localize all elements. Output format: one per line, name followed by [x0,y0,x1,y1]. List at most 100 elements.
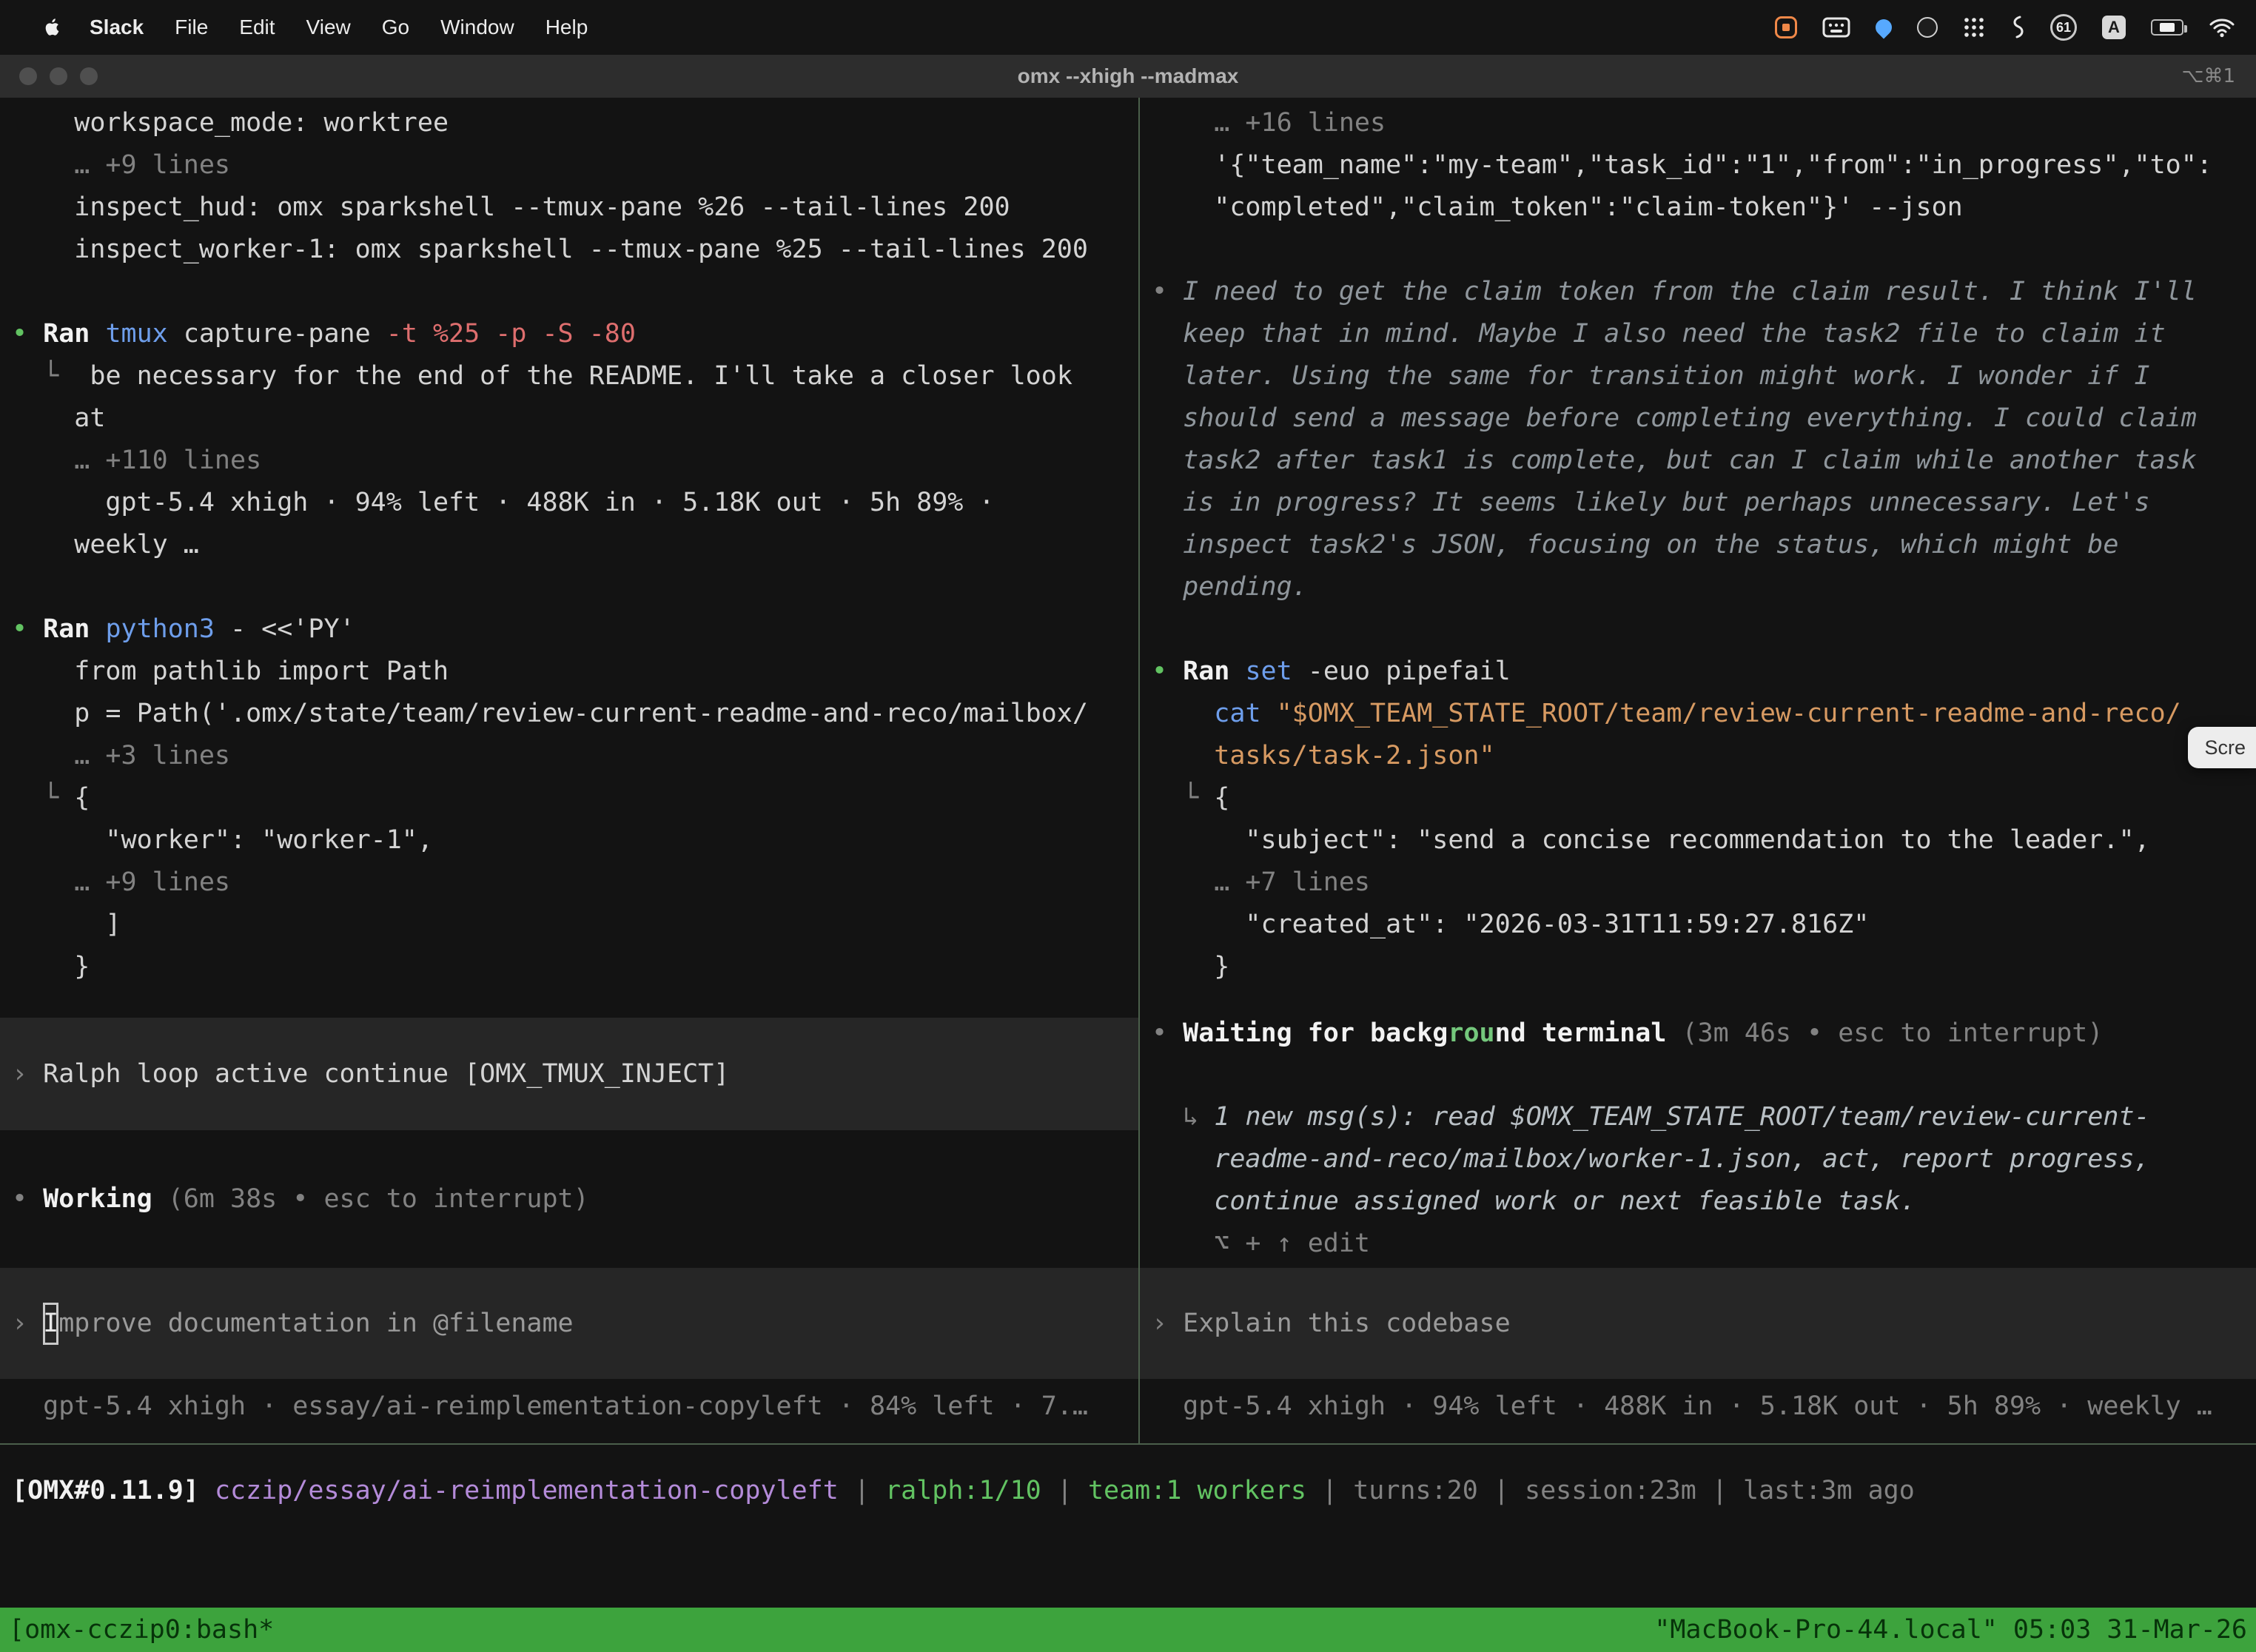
menu-file[interactable]: File [159,16,224,39]
terminal-line: … +110 lines [12,440,1138,482]
terminal-line: workspace_mode: worktree [12,102,1138,144]
terminal-line: › Explain this codebase [1152,1303,2256,1345]
terminal-line: } [12,946,1138,988]
terminal-line: … +16 lines [1152,102,2256,144]
terminal-line: └ { [12,777,1138,819]
menu-help[interactable]: Help [530,16,604,39]
terminal-line: readme-and-reco/mailbox/worker-1.json, a… [1152,1138,2256,1181]
right-composer-text: › Explain this codebase [1140,1303,2256,1345]
inject-banner: › Ralph loop active continue [OMX_TMUX_I… [0,1018,1138,1130]
terminal-line: • Working (6m 38s • esc to interrupt) [12,1178,1138,1220]
terminal-line: inspect_hud: omx sparkshell --tmux-pane … [12,187,1138,229]
terminal-line: weekly … [12,524,1138,566]
terminal-line: tasks/task-2.json" [1152,735,2256,777]
battery-percent-value: 61 [2056,20,2071,36]
right-pane[interactable]: … +16 lines '{"team_name":"my-team","tas… [1140,98,2256,1443]
waiting-status: • Waiting for background terminal (3m 46… [1152,1013,2256,1055]
tmux-status-bar: [omx-cczip0:bash* "MacBook-Pro-44.local"… [0,1608,2256,1652]
keyboard-icon[interactable] [1822,17,1850,38]
terminal-line [1152,229,2256,271]
input-source-icon[interactable]: A [2102,16,2126,39]
screen-recording-indicator-icon[interactable] [1775,16,1797,38]
terminal-line: "subject": "send a concise recommendatio… [1152,819,2256,862]
inject-banner-text: › Ralph loop active continue [OMX_TMUX_I… [0,1053,1138,1095]
working-status: • Working (6m 38s • esc to interrupt) [12,1178,1138,1220]
left-composer-text: › Improve documentation in @filename [0,1303,1138,1345]
wifi-icon[interactable] [2209,17,2235,38]
menu-go[interactable]: Go [366,16,425,39]
terminal-line: "created_at": "2026-03-31T11:59:27.816Z" [1152,904,2256,946]
terminal-line: ⌥ + ↑ edit [1152,1223,2256,1265]
tmux-host-time: "MacBook-Pro-44.local" 05:03 31-Mar-26 [1654,1615,2247,1645]
terminal-line: task2 after task1 is complete, but can I… [1152,440,2256,482]
terminal-line: … +3 lines [12,735,1138,777]
window-title: omx --xhigh --madmax [0,64,2256,88]
terminal-line: "worker": "worker-1", [12,819,1138,862]
terminal-line: is in progress? It seems likely but perh… [1152,482,2256,524]
terminal-line: … +7 lines [1152,862,2256,904]
terminal-line: … +9 lines [12,144,1138,187]
battery-icon[interactable] [2151,19,2183,36]
terminal-line: • Ran tmux capture-pane -t %25 -p -S -80 [12,313,1138,355]
droplet-icon[interactable] [1872,16,1895,38]
terminal-line: • Ran python3 - <<'PY' [12,608,1138,651]
terminal-line [12,566,1138,608]
menubar-status-icons: 61 A [1775,14,2256,41]
terminal-line: • Waiting for background terminal (3m 46… [1152,1013,2256,1055]
ghost-app-icon[interactable] [1917,17,1938,38]
menu-app-name[interactable]: Slack [74,16,159,39]
right-pane-footer: gpt-5.4 xhigh · 94% left · 488K in · 5.1… [1152,1386,2256,1428]
battery-fill [2160,23,2175,32]
terminal-line: • I need to get the claim token from the… [1152,271,2256,313]
window-title-bar: omx --xhigh --madmax ⌥⌘1 [0,55,2256,98]
terminal-line: … +9 lines [12,862,1138,904]
terminal-line: gpt-5.4 xhigh · 94% left · 488K in · 5.1… [1152,1386,2256,1428]
mailbox-notice: ↳ 1 new msg(s): read $OMX_TEAM_STATE_ROO… [1152,1096,2256,1265]
terminal-line: • Ran set -euo pipefail [1152,651,2256,693]
screen-overlay-button[interactable]: Scre [2188,727,2256,768]
left-composer[interactable]: › Improve documentation in @filename [0,1268,1138,1379]
terminal-line: › Ralph loop active continue [OMX_TMUX_I… [12,1053,1138,1095]
tmux-session-label: [omx-cczip0:bash* [9,1615,274,1645]
terminal-line: } [1152,946,2256,988]
traffic-lights [19,67,98,85]
pane-divider-horizontal [0,1443,2256,1445]
terminal-line: gpt-5.4 xhigh · 94% left · 488K in · 5.1… [12,482,1138,524]
terminal-line: pending. [1152,566,2256,608]
terminal-line: continue assigned work or next feasible … [1152,1181,2256,1223]
terminal-line: should send a message before completing … [1152,397,2256,440]
right-composer[interactable]: › Explain this codebase [1140,1268,2256,1379]
window-shortcut-hint: ⌥⌘1 [2181,65,2235,87]
terminal-line: gpt-5.4 xhigh · essay/ai-reimplementatio… [12,1386,1138,1428]
terminal-line: later. Using the same for transition mig… [1152,355,2256,397]
terminal-line: "completed","claim_token":"claim-token"}… [1152,187,2256,229]
terminal-line: ↳ 1 new msg(s): read $OMX_TEAM_STATE_ROO… [1152,1096,2256,1138]
zoom-button[interactable] [80,67,98,85]
menu-window[interactable]: Window [425,16,530,39]
app-grid-icon[interactable] [1963,16,1985,38]
terminal-window: workspace_mode: worktree … +9 lines insp… [0,98,2256,1652]
terminal-line: inspect task2's JSON, focusing on the st… [1152,524,2256,566]
terminal-line: [OMX#0.11.9] cczip/essay/ai-reimplementa… [12,1470,2256,1512]
pane-divider-vertical[interactable] [1138,98,1140,1443]
menu-view[interactable]: View [291,16,366,39]
apple-menu-icon[interactable] [31,18,74,37]
terminal-line [12,271,1138,313]
terminal-line [1152,608,2256,651]
terminal-line: p = Path('.omx/state/team/review-current… [12,693,1138,735]
menu-edit[interactable]: Edit [224,16,290,39]
minimize-button[interactable] [50,67,67,85]
terminal-line: '{"team_name":"my-team","task_id":"1","f… [1152,144,2256,187]
terminal-line: └ { [1152,777,2256,819]
terminal-line: ] [12,904,1138,946]
left-pane[interactable]: workspace_mode: worktree … +9 lines insp… [0,98,1138,1443]
terminal-line: cat "$OMX_TEAM_STATE_ROOT/team/review-cu… [1152,693,2256,735]
close-button[interactable] [19,67,37,85]
hook-utility-icon[interactable] [2010,16,2025,39]
terminal-line: › Improve documentation in @filename [12,1303,1138,1345]
terminal-line: from pathlib import Path [12,651,1138,693]
battery-percent-badge[interactable]: 61 [2050,14,2077,41]
left-pane-footer: gpt-5.4 xhigh · essay/ai-reimplementatio… [12,1386,1138,1428]
terminal-line: inspect_worker-1: omx sparkshell --tmux-… [12,229,1138,271]
omx-status-line: [OMX#0.11.9] cczip/essay/ai-reimplementa… [12,1470,2256,1512]
